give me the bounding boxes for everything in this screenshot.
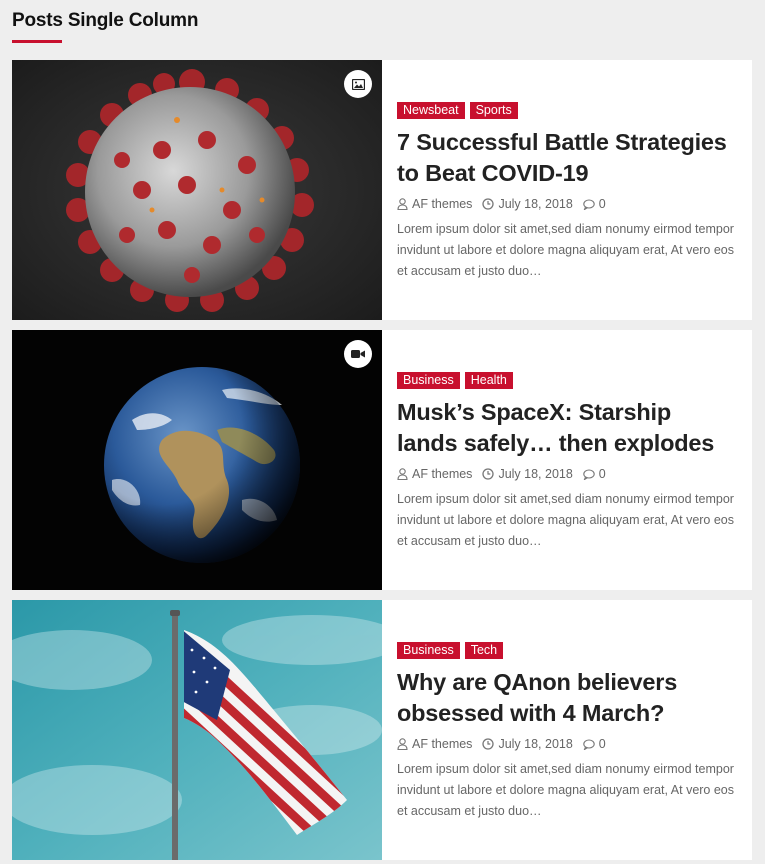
post-card: Business Health Musk’s SpaceX: Starship …: [12, 330, 752, 590]
video-icon: [344, 340, 372, 368]
post-excerpt: Lorem ipsum dolor sit amet,sed diam nonu…: [397, 492, 735, 548]
section-header: Posts Single Column: [12, 10, 198, 43]
post-excerpt: Lorem ipsum dolor sit amet,sed diam nonu…: [397, 222, 735, 278]
image-icon: [344, 70, 372, 98]
clock-icon: [482, 468, 495, 480]
post-author[interactable]: AF themes: [412, 467, 472, 481]
category-badge[interactable]: Health: [464, 372, 513, 389]
post-content: Newsbeat Sports 7 Successful Battle Stra…: [382, 60, 752, 320]
post-meta: AF themes July 18, 2018 0: [397, 467, 736, 481]
section-title: Posts Single Column: [12, 10, 199, 31]
post-date[interactable]: July 18, 2018: [498, 467, 572, 481]
comment-count[interactable]: 0: [599, 737, 606, 751]
post-content: Business Health Musk’s SpaceX: Starship …: [382, 330, 752, 590]
post-author[interactable]: AF themes: [412, 737, 472, 751]
category-badge[interactable]: Business: [397, 372, 460, 389]
user-icon: [397, 468, 408, 480]
post-meta: AF themes July 18, 2018 0: [397, 737, 736, 751]
post-date[interactable]: July 18, 2018: [498, 737, 572, 751]
post-excerpt: Lorem ipsum dolor sit amet,sed diam nonu…: [397, 762, 735, 818]
comment-count[interactable]: 0: [599, 197, 606, 211]
post-thumbnail[interactable]: [12, 60, 382, 320]
user-icon: [397, 738, 408, 750]
comment-icon: [583, 738, 595, 750]
post-card: Business Tech Why are QAnon believers ob…: [12, 600, 752, 860]
post-author[interactable]: AF themes: [412, 197, 472, 211]
post-title[interactable]: Musk’s SpaceX: Starship lands safely… th…: [397, 397, 736, 459]
category-badge[interactable]: Newsbeat: [397, 102, 465, 119]
user-icon: [397, 198, 408, 210]
post-meta: AF themes July 18, 2018 0: [397, 197, 736, 211]
post-categories: Newsbeat Sports: [397, 102, 736, 119]
clock-icon: [482, 198, 495, 210]
category-badge[interactable]: Business: [397, 642, 460, 659]
category-badge[interactable]: Tech: [464, 642, 504, 659]
category-badge[interactable]: Sports: [469, 102, 518, 119]
post-title[interactable]: Why are QAnon believers obsessed with 4 …: [397, 667, 736, 729]
flag-image: [12, 600, 382, 860]
title-underline: [12, 40, 62, 43]
post-categories: Business Tech: [397, 642, 736, 659]
post-date[interactable]: July 18, 2018: [498, 197, 572, 211]
post-card: Newsbeat Sports 7 Successful Battle Stra…: [12, 60, 752, 320]
comment-count[interactable]: 0: [599, 467, 606, 481]
comment-icon: [583, 468, 595, 480]
post-thumbnail[interactable]: [12, 330, 382, 590]
post-content: Business Tech Why are QAnon believers ob…: [382, 600, 752, 860]
earth-image: [12, 330, 382, 590]
comment-icon: [583, 198, 595, 210]
clock-icon: [482, 738, 495, 750]
post-title[interactable]: 7 Successful Battle Strategies to Beat C…: [397, 127, 736, 189]
post-categories: Business Health: [397, 372, 736, 389]
virus-image: [12, 60, 382, 320]
post-thumbnail[interactable]: [12, 600, 382, 860]
